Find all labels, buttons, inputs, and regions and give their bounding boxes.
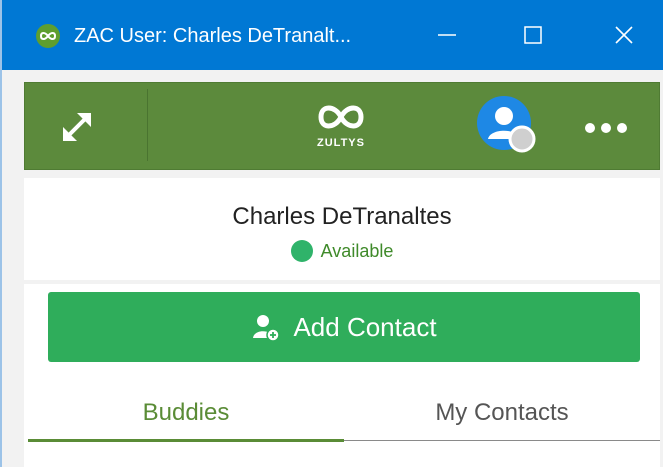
title-bar[interactable]: ZAC User: Charles DeTranalt... <box>2 0 663 70</box>
status-label: Available <box>320 241 394 261</box>
app-window: ZAC User: Charles DeTranalt... ZULTYS Ch… <box>0 0 663 467</box>
maximize-icon <box>524 26 542 44</box>
close-button[interactable] <box>599 10 649 60</box>
user-avatar-button[interactable] <box>476 95 536 155</box>
logo-text: ZULTYS <box>317 137 365 149</box>
maximize-button[interactable] <box>508 10 558 60</box>
contacts-area: Add Contact Buddies My Contacts <box>24 284 660 467</box>
add-contact-button[interactable]: Add Contact <box>48 292 640 362</box>
expand-button[interactable] <box>55 105 99 149</box>
toolbar-divider <box>147 89 148 161</box>
add-user-icon <box>251 298 281 342</box>
user-name: Charles DeTranaltes <box>232 203 452 230</box>
add-contact-label: Add Contact <box>293 312 437 342</box>
tab-buddies[interactable]: Buddies <box>28 384 344 442</box>
zultys-logo-icon <box>318 105 364 129</box>
user-info-panel: Charles DeTranaltes Available <box>24 178 660 280</box>
header-toolbar: ZULTYS <box>24 82 660 170</box>
expand-arrows-icon <box>63 113 91 141</box>
contact-tabs: Buddies My Contacts <box>28 384 660 444</box>
status-indicator-icon <box>290 240 313 262</box>
user-avatar-icon <box>477 96 536 153</box>
more-options-button[interactable] <box>581 111 631 141</box>
tab-my-contacts[interactable]: My Contacts <box>344 384 660 441</box>
window-title: ZAC User: Charles DeTranalt... <box>74 25 352 47</box>
zultys-logo: ZULTYS <box>301 97 381 157</box>
close-icon <box>615 26 633 44</box>
minimize-icon <box>438 34 456 36</box>
presence-status[interactable]: Available <box>24 238 660 264</box>
minimize-button[interactable] <box>422 10 472 60</box>
zultys-app-icon <box>36 24 60 48</box>
